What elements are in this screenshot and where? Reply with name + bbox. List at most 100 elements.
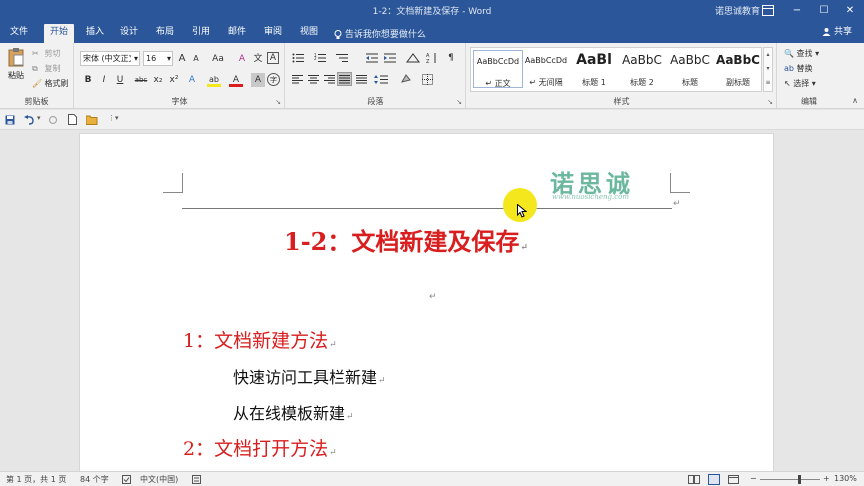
change-case-button[interactable]: Aa	[209, 52, 227, 66]
copy-button[interactable]: ⧉ 复制	[32, 63, 61, 74]
chinese-layout-icon[interactable]	[406, 52, 420, 64]
decrease-indent-icon[interactable]	[366, 53, 378, 63]
proofing-icon[interactable]	[122, 475, 131, 484]
document-page[interactable]: ↵ 诺思诚 www.nuosicheng.com 1-2：文档新建及保存↵ ↵ …	[79, 133, 774, 473]
paragraph-mark: ↵	[329, 340, 337, 350]
find-button[interactable]: 🔍 查找 ▾	[784, 48, 819, 59]
read-mode-icon[interactable]	[688, 475, 700, 484]
tab-view[interactable]: 视图	[296, 24, 322, 43]
dialog-launcher-icon[interactable]: ↘	[275, 98, 281, 106]
zoom-slider[interactable]	[760, 475, 820, 484]
format-painter-label: 格式刷	[44, 79, 69, 88]
character-border-button[interactable]: A	[267, 52, 279, 64]
borders-icon[interactable]	[422, 74, 433, 85]
align-right-icon[interactable]	[324, 75, 335, 84]
distributed-icon[interactable]	[356, 75, 367, 84]
style-normal[interactable]: AaBbCcDd ↵ 正文	[473, 50, 523, 88]
font-color-button[interactable]: A	[229, 73, 243, 87]
tell-me-label: 告诉我你想要做什么	[344, 30, 426, 40]
macro-icon[interactable]	[192, 475, 201, 484]
language[interactable]: 中文(中国)	[140, 474, 178, 485]
multilevel-list-icon[interactable]	[336, 53, 348, 63]
strikethrough-button[interactable]: abc	[133, 73, 149, 87]
zoom-level[interactable]: 130%	[834, 474, 857, 483]
minimize-button[interactable]: −	[785, 0, 809, 21]
tab-insert[interactable]: 插入	[82, 24, 108, 43]
align-center-icon[interactable]	[308, 75, 319, 84]
highlight-button[interactable]: ab	[207, 73, 221, 87]
format-painter-button[interactable]: 🖌 格式刷	[32, 78, 69, 89]
collapse-ribbon-icon[interactable]: ∧	[852, 96, 858, 105]
align-left-icon[interactable]	[292, 75, 303, 84]
style-heading-2[interactable]: AaBbC 标题 2	[617, 50, 667, 88]
share-button[interactable]: 共享	[818, 24, 856, 41]
dialog-launcher-icon[interactable]: ↘	[767, 98, 773, 106]
replace-button[interactable]: ab 替换	[784, 63, 813, 74]
zoom-slider-thumb[interactable]	[798, 475, 801, 484]
clear-formatting-button[interactable]: A	[235, 52, 249, 66]
phonetic-guide-button[interactable]: 文	[251, 52, 265, 66]
open-folder-icon[interactable]	[86, 115, 98, 125]
character-shading-button[interactable]: A	[251, 73, 265, 87]
enclose-characters-button[interactable]: 字	[267, 73, 280, 86]
style-title[interactable]: AaBbC 标题	[665, 50, 715, 88]
chevron-down-icon[interactable]: ▾	[37, 114, 41, 122]
underline-button[interactable]: U	[113, 73, 127, 87]
tab-mailings[interactable]: 邮件	[224, 24, 250, 43]
redo-icon[interactable]	[48, 115, 58, 125]
customize-qat-icon[interactable]: ⋮▾	[108, 114, 119, 122]
font-name-dropdown[interactable]: 宋体 (中文正文) ▾	[80, 51, 140, 66]
numbering-icon[interactable]: 12	[314, 53, 326, 63]
sort-icon[interactable]: AZ	[426, 52, 438, 64]
tab-home[interactable]: 开始	[44, 24, 74, 43]
page-count[interactable]: 第 1 页，共 1 页	[6, 474, 66, 485]
text-effects-button[interactable]: A	[185, 73, 199, 87]
zoom-out-button[interactable]: −	[750, 474, 757, 483]
select-button[interactable]: ↖ 选择 ▾	[784, 78, 816, 89]
undo-icon[interactable]	[24, 115, 35, 125]
italic-button[interactable]: I	[97, 73, 111, 87]
paste-label: 粘贴	[8, 71, 24, 80]
cut-button[interactable]: ✂ 剪切	[32, 48, 61, 59]
tab-review[interactable]: 审阅	[260, 24, 286, 43]
justify-button[interactable]	[337, 72, 352, 86]
print-layout-icon[interactable]	[708, 474, 720, 485]
paste-button[interactable]: 粘贴	[4, 47, 28, 87]
maximize-button[interactable]: ☐	[812, 0, 836, 21]
font-size-dropdown[interactable]: 16 ▾	[143, 51, 173, 66]
chevron-down-icon: ▾	[133, 54, 138, 63]
styles-scroll[interactable]: ▴ ▾ ≡	[763, 47, 773, 92]
style-no-spacing[interactable]: AaBbCcDd ↵ 无间隔	[521, 50, 571, 88]
ribbon-display-icon[interactable]	[762, 5, 774, 16]
tab-references[interactable]: 引用	[188, 24, 214, 43]
search-icon: 🔍	[784, 49, 794, 58]
subscript-button[interactable]: x₂	[151, 73, 165, 87]
select-label: 选择	[793, 79, 810, 88]
account-name[interactable]: 诺思诚教育	[715, 4, 760, 17]
find-label: 查找	[796, 49, 813, 58]
line-spacing-icon[interactable]	[374, 74, 388, 85]
show-marks-icon[interactable]: ¶	[444, 51, 458, 65]
tab-layout[interactable]: 布局	[152, 24, 178, 43]
dialog-launcher-icon[interactable]: ↘	[456, 98, 462, 106]
increase-indent-icon[interactable]	[384, 53, 396, 63]
zoom-in-button[interactable]: +	[823, 474, 830, 483]
bullets-icon[interactable]	[292, 53, 304, 63]
tab-design[interactable]: 设计	[116, 24, 142, 43]
tab-file[interactable]: 文件	[6, 24, 32, 43]
bold-button[interactable]: B	[81, 73, 95, 87]
word-count[interactable]: 84 个字	[80, 474, 109, 485]
new-document-icon[interactable]	[68, 114, 77, 125]
web-layout-icon[interactable]	[728, 475, 739, 484]
superscript-button[interactable]: x²	[167, 73, 181, 87]
shrink-font-button[interactable]: A	[189, 52, 203, 66]
font-size-value: 16	[146, 54, 157, 63]
save-icon[interactable]	[5, 115, 15, 125]
style-subtitle[interactable]: AaBbC 副标题	[713, 50, 763, 88]
paragraph-mark: ↵	[378, 376, 386, 386]
shading-icon[interactable]	[400, 74, 412, 85]
grow-font-button[interactable]: A	[175, 52, 189, 66]
close-button[interactable]: ✕	[838, 0, 862, 21]
tell-me-search[interactable]: 告诉我你想要做什么	[334, 27, 426, 40]
style-heading-1[interactable]: AaBl 标题 1	[569, 50, 619, 88]
